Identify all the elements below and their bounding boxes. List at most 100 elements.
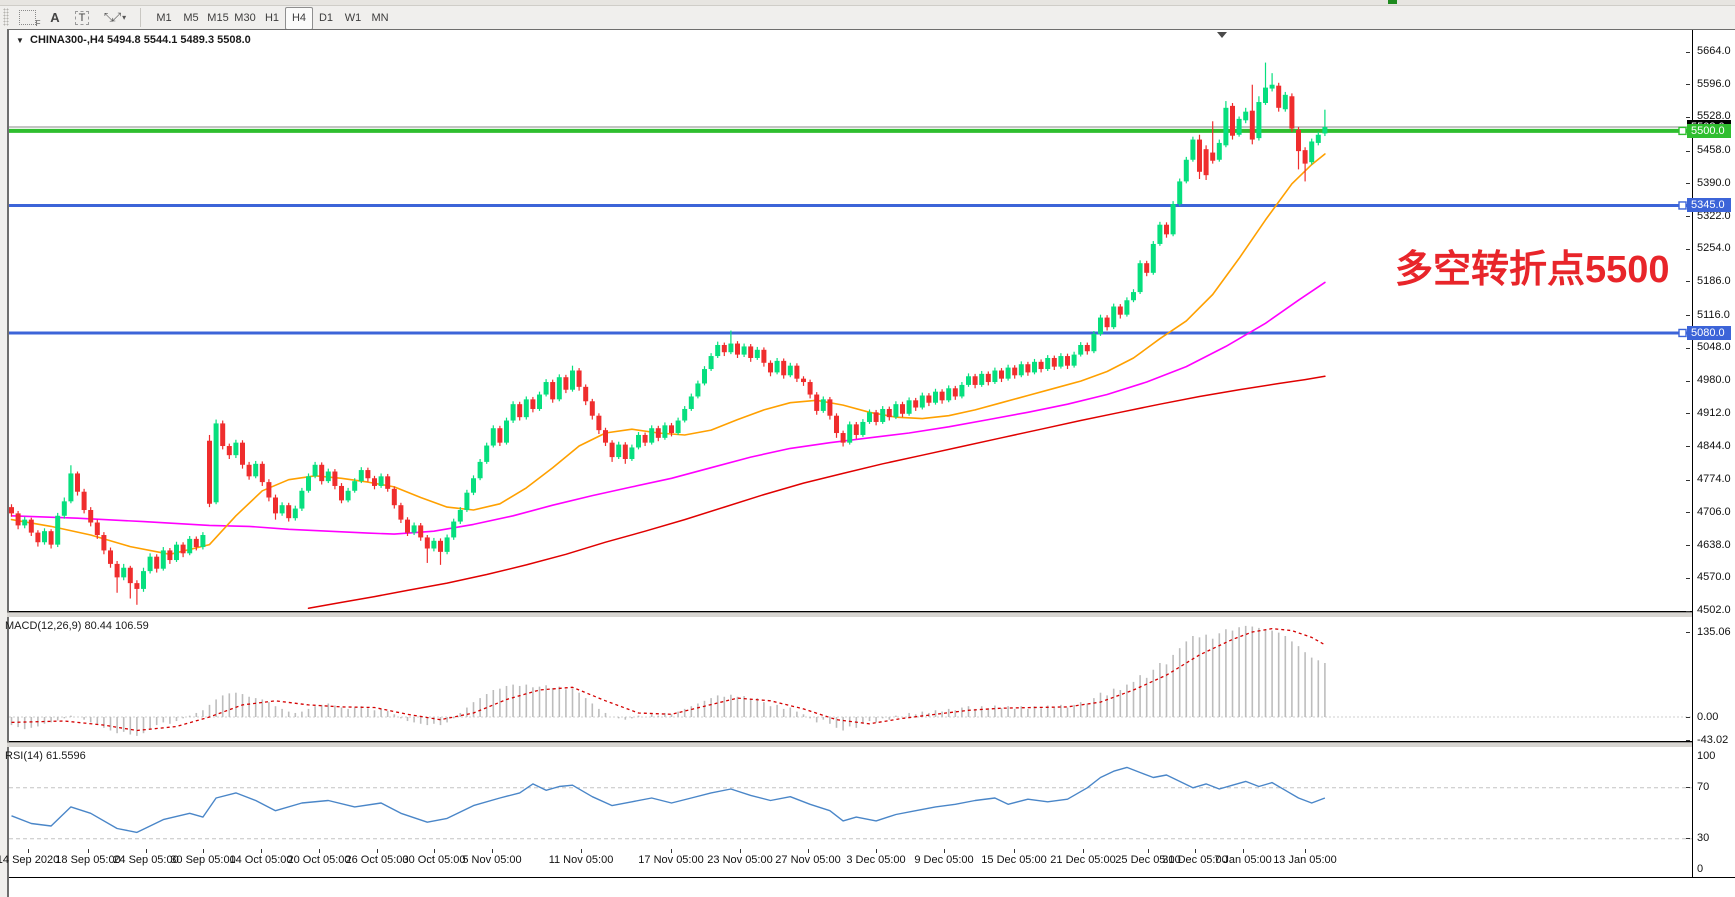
timeframe-button-m1[interactable]: M1 (150, 7, 178, 30)
candle-body (636, 435, 641, 448)
chart-shift-marker[interactable] (1217, 32, 1227, 38)
macd-panel-canvas[interactable] (9, 616, 1692, 742)
time-axis-label[interactable]: 5 Nov 05:00 (462, 854, 521, 866)
timeframe-button-d1[interactable]: D1 (312, 7, 340, 30)
candle-body (722, 345, 727, 352)
annotation-text-object[interactable]: 多空转折点5500 (1395, 238, 1670, 293)
candle-body (590, 401, 595, 415)
macd-axis-label: -43.02 (1697, 734, 1728, 746)
timeframe-button-m5[interactable]: M5 (177, 7, 205, 30)
candle-body (412, 525, 417, 532)
timeframe-button-m30[interactable]: M30 (231, 7, 259, 30)
candle-body (326, 472, 331, 482)
time-axis-label[interactable]: 30 Sep 05:00 (170, 854, 235, 866)
time-axis-label[interactable]: 21 Dec 05:00 (1050, 854, 1115, 866)
time-axis-label[interactable]: 24 Sep 05:00 (113, 854, 178, 866)
price-tick[interactable]: 4844.0 (1697, 440, 1735, 452)
timeframe-button-h1[interactable]: H1 (258, 7, 286, 30)
candle-body (821, 399, 826, 411)
time-axis-label[interactable]: 7 Jan 05:00 (1214, 854, 1272, 866)
candle-body (695, 383, 700, 396)
top-edge-green-fragment (1388, 0, 1397, 4)
shapes-dropdown-button[interactable]: ⤡⤢ ▾ (98, 7, 132, 28)
text-tool-button[interactable]: T (70, 7, 94, 28)
candle-body (478, 462, 483, 478)
template-button[interactable]: F (14, 7, 40, 28)
time-axis-label[interactable]: 30 Oct 05:00 (403, 854, 466, 866)
candle-body (207, 441, 212, 504)
candle-body (1006, 368, 1011, 379)
price-tick[interactable]: 4980.0 (1697, 374, 1735, 386)
price-tick[interactable]: 5458.0 (1697, 144, 1735, 156)
candle-body (1204, 149, 1209, 175)
panel-splitter-macd[interactable] (7, 612, 1735, 617)
candle-body (1190, 140, 1195, 160)
candle-body (992, 370, 997, 382)
main-chart-canvas[interactable] (9, 30, 1692, 612)
candle-body (1263, 88, 1268, 103)
candle-body (577, 370, 582, 386)
time-tickmark (1305, 849, 1306, 853)
time-axis-label[interactable]: 14 Sep 2020 (0, 854, 59, 866)
candle-body (1270, 85, 1275, 89)
price-tickmark (1686, 117, 1690, 118)
timeframe-button-mn[interactable]: MN (366, 7, 394, 30)
price-tick[interactable]: 5116.0 (1697, 309, 1735, 321)
panel-splitter-rsi[interactable] (7, 742, 1735, 747)
candle-body (504, 421, 509, 443)
rsi-axis-label: 0 (1697, 863, 1703, 875)
candle-body (834, 416, 839, 433)
price-tick[interactable]: 4638.0 (1697, 539, 1735, 551)
price-tick[interactable]: 4706.0 (1697, 506, 1735, 518)
candle-body (1276, 86, 1281, 108)
candle-body (1197, 140, 1202, 172)
time-tickmark (1148, 849, 1149, 853)
candle-body (616, 445, 621, 458)
candle-body (425, 537, 430, 548)
price-tick[interactable]: 4912.0 (1697, 407, 1735, 419)
time-axis-label[interactable]: 27 Nov 05:00 (775, 854, 840, 866)
candle-body (913, 400, 918, 407)
time-axis-label[interactable]: 15 Dec 05:00 (981, 854, 1046, 866)
rsi-indicator-label: RSI(14) 61.5596 (5, 750, 86, 762)
timeframe-button-h4[interactable]: H4 (285, 7, 313, 30)
price-tick[interactable]: 5254.0 (1697, 242, 1735, 254)
candle-body (794, 366, 799, 379)
price-label-5500: 5500.0 (1687, 124, 1731, 138)
text-label-button[interactable]: A (44, 7, 66, 28)
time-axis-label[interactable]: 17 Nov 05:00 (638, 854, 703, 866)
candle-body (1322, 127, 1327, 133)
time-axis-label[interactable]: 3 Dec 05:00 (846, 854, 905, 866)
candle-body (808, 382, 813, 395)
price-tick[interactable]: 5048.0 (1697, 341, 1735, 353)
price-tick[interactable]: 4570.0 (1697, 571, 1735, 583)
candle-body (1243, 112, 1248, 121)
timeframe-button-m15[interactable]: M15 (204, 7, 232, 30)
price-tickmark (1686, 413, 1690, 414)
time-axis-label[interactable]: 23 Nov 05:00 (707, 854, 772, 866)
candle-body (128, 568, 133, 583)
time-axis-label[interactable]: 20 Oct 05:00 (288, 854, 351, 866)
price-tick[interactable]: 4774.0 (1697, 473, 1735, 485)
candle-body (174, 545, 179, 560)
macd-axis-tickmark (1686, 740, 1690, 741)
candle-body (979, 374, 984, 385)
time-axis-label[interactable]: 14 Oct 05:00 (230, 854, 293, 866)
candle-body (1256, 102, 1261, 138)
price-tick[interactable]: 5390.0 (1697, 177, 1735, 189)
candle-body (9, 507, 14, 513)
time-axis-label[interactable]: 18 Sep 05:00 (55, 854, 120, 866)
price-tick[interactable]: 5596.0 (1697, 78, 1735, 90)
candle-body (313, 465, 318, 477)
chart-title-collapse-icon[interactable]: ▼ (16, 36, 24, 45)
price-tick[interactable]: 5664.0 (1697, 45, 1735, 57)
time-axis-label[interactable]: 9 Dec 05:00 (914, 854, 973, 866)
price-tick[interactable]: 5186.0 (1697, 275, 1735, 287)
time-axis-label[interactable]: 13 Jan 05:00 (1273, 854, 1337, 866)
time-axis-label[interactable]: 26 Oct 05:00 (346, 854, 409, 866)
toolbar-grip[interactable] (3, 8, 9, 26)
candle-body (385, 476, 390, 489)
timeframe-button-w1[interactable]: W1 (339, 7, 367, 30)
time-axis-label[interactable]: 11 Nov 05:00 (549, 854, 614, 866)
price-tick[interactable]: 4502.0 (1697, 604, 1735, 616)
